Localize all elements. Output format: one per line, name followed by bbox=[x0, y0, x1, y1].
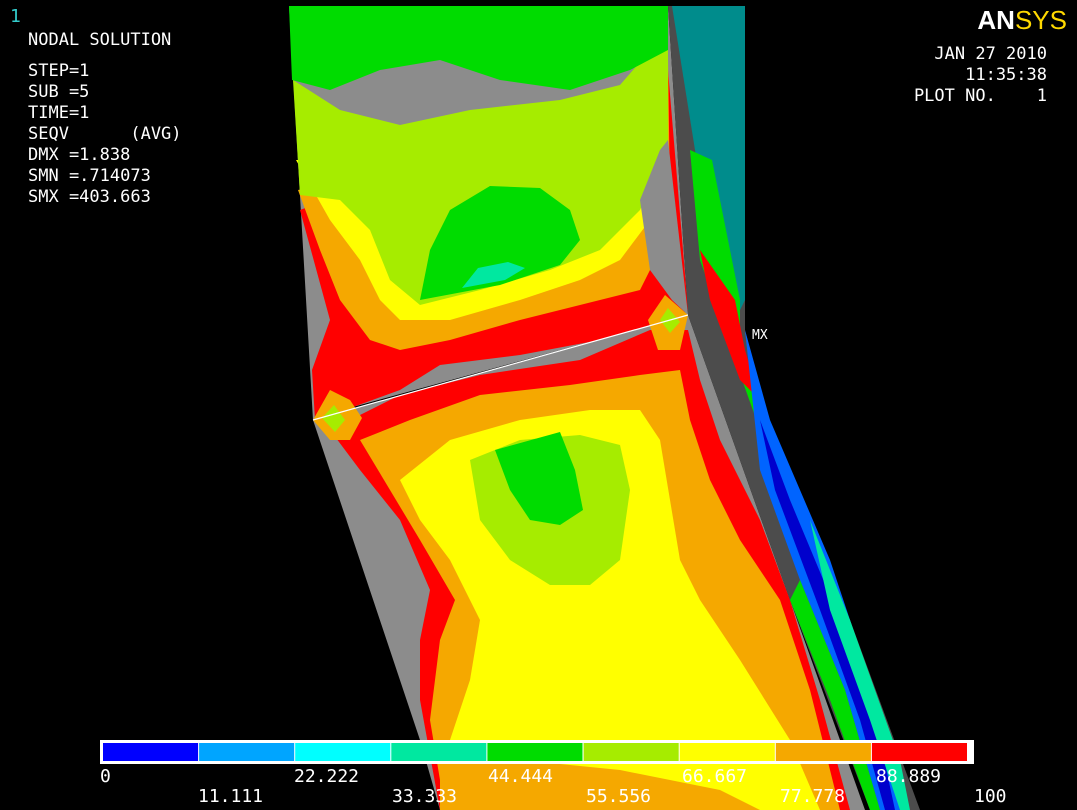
legend-label-55: 55.556 bbox=[586, 786, 651, 807]
legend-label-0: 0 bbox=[100, 766, 111, 787]
plot-date: JAN 27 2010 bbox=[934, 44, 1047, 64]
max-marker: MX bbox=[752, 328, 768, 343]
legend-label-88: 88.889 bbox=[876, 766, 941, 787]
plot-time: 11:35:38 bbox=[965, 65, 1047, 85]
smx-value: SMX =403.663 bbox=[28, 187, 151, 207]
plot-number: PLOT NO. 1 bbox=[913, 86, 1047, 106]
plot-stamp: JAN 27 2010 11:35:38 PLOT NO. 1 bbox=[914, 44, 1047, 107]
legend-swatch-6 bbox=[679, 743, 775, 761]
legend-swatch-5 bbox=[583, 743, 679, 761]
legend-label-100: 100 bbox=[974, 786, 1007, 807]
legend-swatches bbox=[103, 743, 967, 761]
sub-value: SUB =5 bbox=[28, 82, 90, 102]
step-value: STEP=1 bbox=[28, 61, 90, 81]
dmx-value: DMX =1.838 bbox=[28, 145, 131, 165]
legend-label-11: 11.111 bbox=[198, 786, 263, 807]
legend-swatch-7 bbox=[775, 743, 871, 761]
logo-sys: SYS bbox=[1014, 5, 1067, 35]
legend-swatch-4 bbox=[487, 743, 583, 761]
window-number: 1 bbox=[10, 6, 21, 27]
seqv-value: SEQV (AVG) bbox=[28, 124, 182, 144]
legend-label-66: 66.667 bbox=[682, 766, 747, 787]
logo-an: AN bbox=[977, 5, 1015, 35]
legend-label-22: 22.222 bbox=[294, 766, 359, 787]
legend-label-77: 77.778 bbox=[780, 786, 845, 807]
solution-info: NODAL SOLUTION STEP=1 SUB =5 TIME=1 SEQV (AV… bbox=[28, 30, 182, 208]
legend-label-33: 33.333 bbox=[392, 786, 457, 807]
ansys-logo: ANSYS bbox=[977, 5, 1067, 36]
solution-title: NODAL SOLUTION bbox=[28, 30, 172, 50]
legend-label-44: 44.444 bbox=[488, 766, 553, 787]
legend-swatch-1 bbox=[199, 743, 295, 761]
time-value: TIME=1 bbox=[28, 103, 90, 123]
legend-swatch-0 bbox=[103, 743, 199, 761]
smn-value: SMN =.714073 bbox=[28, 166, 151, 186]
legend-swatch-3 bbox=[391, 743, 487, 761]
legend-swatch-8 bbox=[871, 743, 967, 761]
legend-swatch-2 bbox=[295, 743, 391, 761]
